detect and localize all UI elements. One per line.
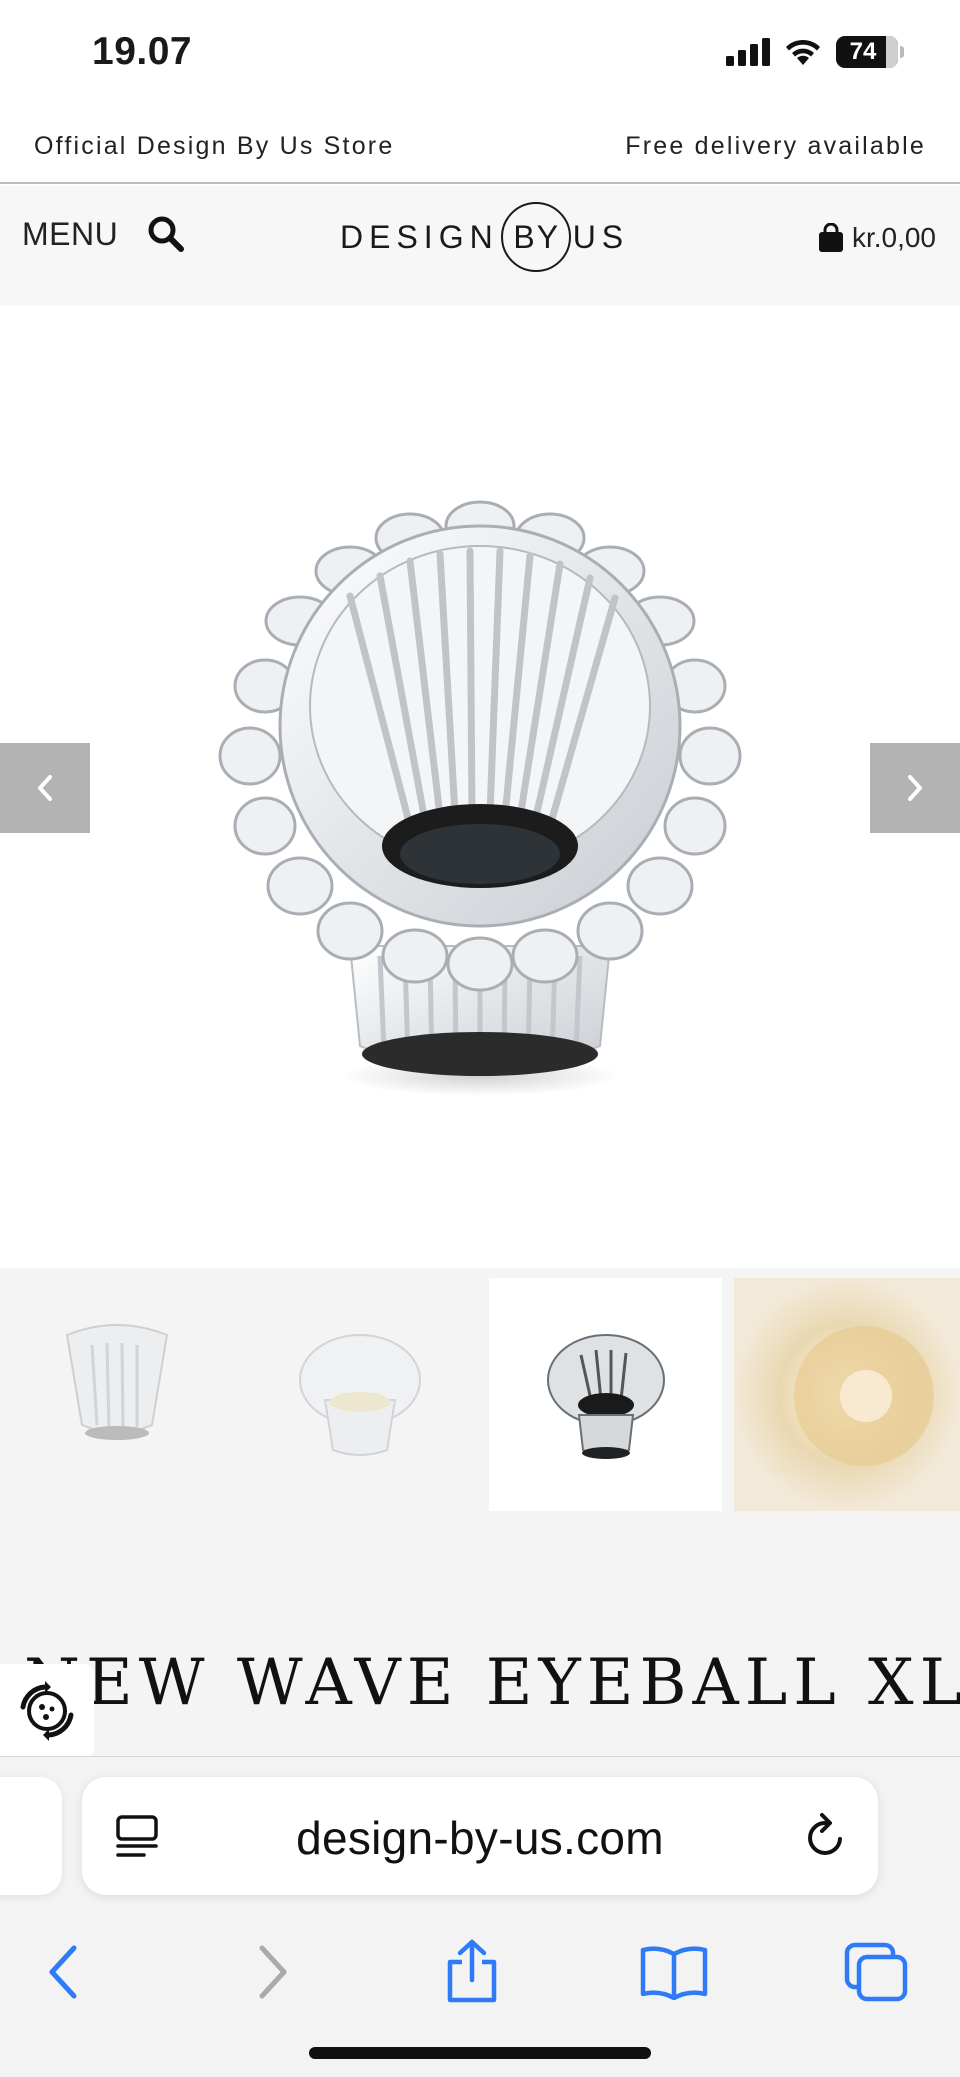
- logo-text-design: DESIGN: [340, 218, 499, 255]
- chevron-right-icon: [908, 775, 922, 801]
- status-bar: 19.07 74: [0, 0, 960, 110]
- product-image: [218, 500, 742, 1096]
- previous-tab-preview[interactable]: [0, 1777, 62, 1895]
- cookie-icon: [20, 1681, 74, 1741]
- announcement-right: Free delivery available: [625, 131, 926, 160]
- home-indicator: [309, 2047, 651, 2059]
- tabs-button[interactable]: [836, 1932, 916, 2012]
- signal-icon: [726, 38, 770, 66]
- browser-toolbar: design-by-us.com: [0, 1756, 960, 2077]
- forward-button[interactable]: [232, 1932, 312, 2012]
- share-button[interactable]: [432, 1932, 512, 2012]
- next-image-button[interactable]: [870, 743, 960, 833]
- forward-icon: [259, 1945, 287, 1999]
- thumbnail-3[interactable]: [489, 1278, 722, 1511]
- logo-text-by: BY: [500, 202, 571, 272]
- menu-button[interactable]: MENU: [22, 216, 118, 253]
- announcement-left: Official Design By Us Store: [34, 131, 395, 160]
- bookmarks-button[interactable]: [634, 1932, 714, 2012]
- back-button[interactable]: [24, 1932, 104, 2012]
- thumbnail-image: [298, 1333, 421, 1456]
- product-info: NEW WAVE EYEBALL XL: [0, 1516, 960, 1756]
- thumbnail-1[interactable]: [0, 1278, 233, 1511]
- thumbnail-image: [734, 1278, 960, 1511]
- url-text: design-by-us.com: [296, 1812, 664, 1864]
- chevron-left-icon: [38, 775, 52, 801]
- reload-icon[interactable]: [802, 1811, 850, 1866]
- address-bar[interactable]: design-by-us.com: [82, 1777, 878, 1895]
- previous-image-button[interactable]: [0, 743, 90, 833]
- product-image-gallery[interactable]: [0, 306, 960, 1268]
- thumbnail-2[interactable]: [243, 1278, 476, 1511]
- product-title: NEW WAVE EYEBALL XL: [24, 1646, 960, 1720]
- bag-icon: [818, 223, 843, 252]
- cookie-settings-button[interactable]: [0, 1664, 94, 1758]
- thumbnail-strip: [0, 1268, 960, 1516]
- browser-nav-bar: [0, 1912, 960, 2032]
- logo-text-us: US: [572, 218, 630, 255]
- thumbnail-4[interactable]: [734, 1278, 960, 1511]
- thumbnail-image: [65, 1323, 168, 1440]
- tabs-icon: [844, 1942, 908, 2002]
- status-time: 19.07: [92, 30, 193, 73]
- wifi-icon: [786, 39, 820, 65]
- site-header: MENU DESIGN BY US kr.0,00: [0, 186, 960, 306]
- back-icon: [49, 1945, 77, 1999]
- share-icon: [447, 1939, 497, 2003]
- search-button[interactable]: [146, 214, 186, 254]
- status-icons: 74: [726, 36, 904, 68]
- announcement-bar: Official Design By Us Store Free deliver…: [0, 110, 960, 184]
- battery-indicator: 74: [836, 36, 904, 68]
- cart-button[interactable]: kr.0,00: [818, 222, 936, 254]
- search-icon: [148, 216, 184, 252]
- site-logo[interactable]: DESIGN BY US: [340, 200, 629, 274]
- bookmarks-icon: [640, 1946, 708, 2000]
- cart-total: kr.0,00: [851, 222, 936, 253]
- thumbnail-image: [546, 1333, 665, 1459]
- battery-level: 74: [849, 38, 877, 65]
